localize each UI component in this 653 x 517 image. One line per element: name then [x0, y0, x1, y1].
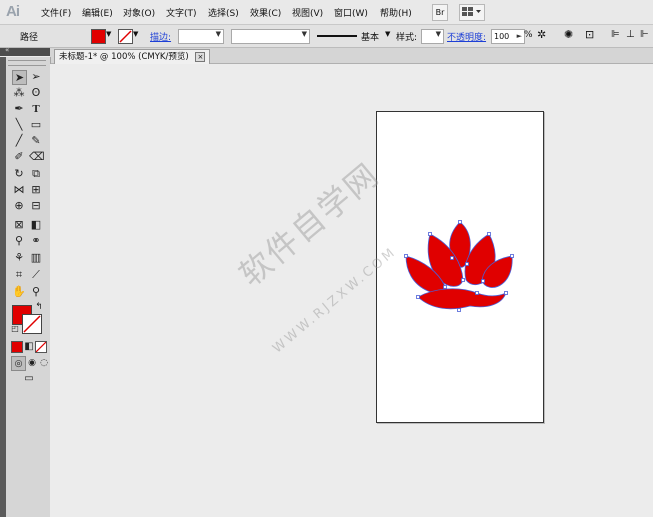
anchor-point[interactable]: [458, 220, 462, 224]
anchor-point[interactable]: [481, 279, 485, 283]
anchor-point[interactable]: [428, 232, 432, 236]
anchor-point[interactable]: [510, 254, 514, 258]
anchor-point[interactable]: [404, 254, 408, 258]
anchor-point[interactable]: [461, 278, 465, 282]
lotus-base-petal[interactable]: [417, 288, 507, 310]
lotus-artwork[interactable]: [0, 0, 653, 517]
anchor-point[interactable]: [504, 291, 508, 295]
anchor-point[interactable]: [465, 262, 469, 266]
anchor-point[interactable]: [487, 232, 491, 236]
anchor-point[interactable]: [443, 285, 447, 289]
anchor-point[interactable]: [450, 256, 454, 260]
anchor-point[interactable]: [416, 295, 420, 299]
anchor-point[interactable]: [457, 308, 461, 312]
anchor-point[interactable]: [475, 291, 479, 295]
